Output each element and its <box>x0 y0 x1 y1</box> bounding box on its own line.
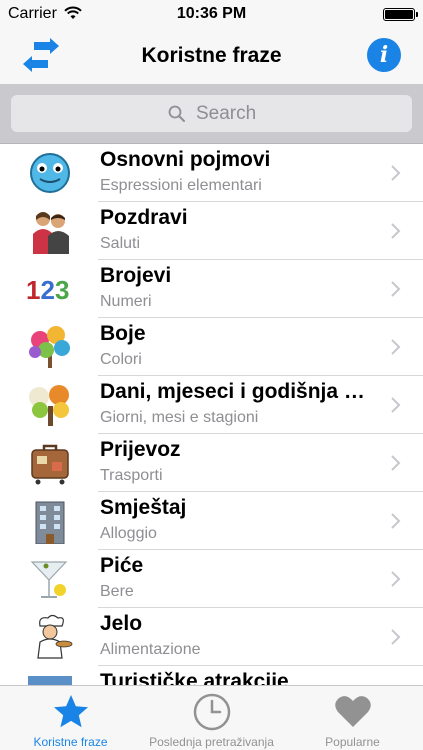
chevron-right-icon <box>391 455 401 471</box>
tab-useful-phrases[interactable]: Koristne fraze <box>0 686 141 750</box>
chevron-right-icon <box>391 513 401 529</box>
info-button[interactable]: i <box>367 38 401 72</box>
tab-popular[interactable]: Popularne <box>282 686 423 750</box>
tab-label: Popularne <box>325 735 380 749</box>
chef-icon <box>37 614 73 659</box>
category-title: Piće <box>100 554 144 577</box>
numbers-icon: 123 <box>26 275 69 305</box>
greeting-people-icon <box>33 212 69 254</box>
chevron-right-icon <box>391 339 401 355</box>
list-item[interactable]: Piće Bere <box>0 550 423 608</box>
chevron-right-icon <box>391 629 401 645</box>
list-item[interactable]: Prijevoz Trasporti <box>0 434 423 492</box>
battery-icon <box>383 8 418 21</box>
chevron-right-icon <box>391 281 401 297</box>
cocktail-glass-icon <box>30 561 68 598</box>
category-subtitle: Bere <box>100 583 134 600</box>
list-item[interactable]: Smještaj Alloggio <box>0 492 423 550</box>
chevron-right-icon <box>391 397 401 413</box>
clock-time: 10:36 PM <box>176 5 247 22</box>
category-title: Smještaj <box>100 496 187 519</box>
list-item[interactable]: Dani, mjeseci i godišnja doba Giorni, me… <box>0 376 423 434</box>
suitcase-icon <box>31 444 69 485</box>
category-subtitle: Alimentazione <box>100 641 201 658</box>
status-bar: Carrier 10:36 PM <box>0 0 423 28</box>
category-subtitle: Numeri <box>100 293 152 310</box>
svg-text:123: 123 <box>26 275 69 305</box>
seasons-tree-icon <box>29 385 69 426</box>
category-list: Osnovni pojmovi Espressioni elementari P… <box>0 144 423 685</box>
category-subtitle: Trasporti <box>100 467 163 484</box>
chevron-right-icon <box>391 571 401 587</box>
chevron-right-icon <box>391 223 401 239</box>
category-title: Jelo <box>100 612 143 635</box>
category-title: Prijevoz <box>100 438 181 461</box>
list-item[interactable]: Osnovni pojmovi Espressioni elementari <box>0 144 423 202</box>
heart-icon <box>334 696 371 727</box>
list-item[interactable]: Turističke atrakcije <box>0 666 423 685</box>
tab-label: Koristne fraze <box>33 735 108 749</box>
tab-label: Poslednja pretraživanja <box>149 735 274 749</box>
category-title: Brojevi <box>100 264 172 287</box>
list-item[interactable]: Jelo Alimentazione <box>0 608 423 666</box>
search-input[interactable]: Search <box>11 95 412 132</box>
search-bar: Search <box>0 84 423 144</box>
navigation-bar: Koristne fraze i <box>0 28 423 84</box>
page-title: Koristne fraze <box>141 44 282 67</box>
search-placeholder: Search <box>196 103 257 124</box>
category-subtitle: Alloggio <box>100 525 157 542</box>
category-subtitle: Colori <box>100 351 142 368</box>
list-item[interactable]: Boje Colori <box>0 318 423 376</box>
smiley-icon <box>30 153 70 193</box>
list-item[interactable]: 123 Brojevi Numeri <box>0 260 423 318</box>
category-title: Turističke atrakcije <box>100 670 289 685</box>
attractions-icon <box>28 676 72 685</box>
category-title: Pozdravi <box>100 206 188 229</box>
search-icon <box>168 105 185 122</box>
category-title: Boje <box>100 322 146 345</box>
star-icon <box>53 695 88 728</box>
category-subtitle: Espressioni elementari <box>100 177 262 194</box>
category-title: Osnovni pojmovi <box>100 148 271 171</box>
list-item[interactable]: Pozdravi Saluti <box>0 202 423 260</box>
hotel-building-icon <box>35 501 65 544</box>
chevron-right-icon <box>391 165 401 181</box>
category-subtitle: Saluti <box>100 235 141 252</box>
category-title: Dani, mjeseci i godišnja doba <box>100 380 372 403</box>
color-tree-icon <box>29 326 70 368</box>
tab-bar: Koristne fraze Poslednja pretraživanja P… <box>0 685 423 750</box>
category-subtitle: Giorni, mesi e stagioni <box>100 409 259 426</box>
clock-icon <box>193 693 230 731</box>
tab-recent-searches[interactable]: Poslednja pretraživanja <box>141 686 282 750</box>
